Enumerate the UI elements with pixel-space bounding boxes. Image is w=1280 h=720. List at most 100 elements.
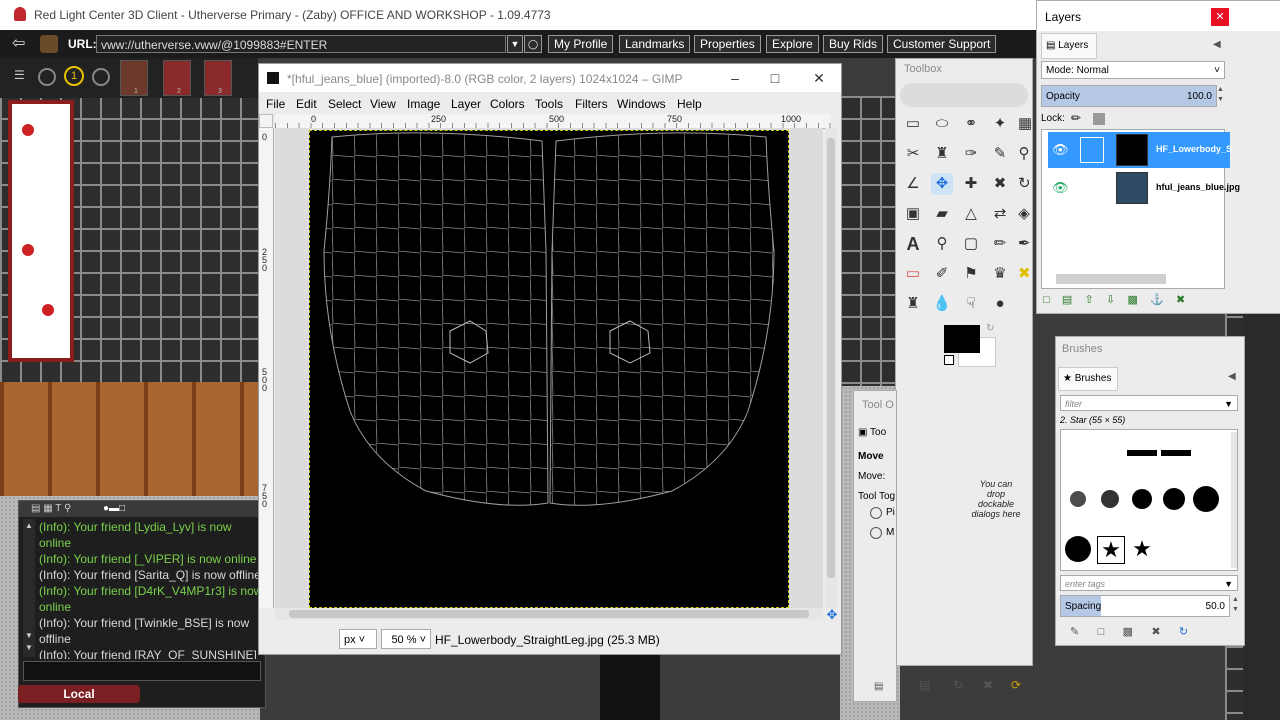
menu-view[interactable]: View xyxy=(370,97,396,111)
friends-icon[interactable] xyxy=(92,68,110,86)
go-button[interactable]: ◯ xyxy=(524,35,542,53)
anchor-layer-icon[interactable]: ⚓ xyxy=(1150,294,1164,306)
raise-layer-icon[interactable]: ⇧ xyxy=(1085,294,1094,306)
foreground-color-swatch[interactable] xyxy=(944,325,980,353)
tool-options-save-icon[interactable]: ▤ xyxy=(874,681,883,692)
delete-layer-icon[interactable]: ✖ xyxy=(1176,294,1185,306)
rect-select-icon[interactable]: ▭ xyxy=(902,113,924,135)
chat-tool-icons[interactable]: ▤ ▦ T ⚲ xyxy=(31,503,71,514)
color-picker-icon[interactable]: ✎ xyxy=(989,143,1011,165)
scale-icon[interactable]: ▣ xyxy=(902,203,924,225)
layer-name[interactable]: hful_jeans_blue.jpg xyxy=(1156,182,1240,192)
menu-layer[interactable]: Layer xyxy=(451,97,481,111)
menu-edit[interactable]: Edit xyxy=(296,97,317,111)
brush-tags-input[interactable]: enter tags ▼ xyxy=(1060,575,1238,591)
menu-icon[interactable]: ☰ xyxy=(14,68,30,84)
brushes-tab[interactable]: ★ Brushes xyxy=(1058,367,1118,391)
lower-layer-icon[interactable]: ⇩ xyxy=(1106,294,1115,306)
brush-fuzzy[interactable] xyxy=(1097,486,1123,512)
refresh-brushes-icon[interactable]: ↻ xyxy=(1179,626,1188,638)
lock-alpha-icon[interactable] xyxy=(1093,113,1105,125)
brush-fuzzy[interactable] xyxy=(1161,486,1187,512)
reset-colors-icon[interactable] xyxy=(944,355,954,365)
brush-grid[interactable]: ★ ★ xyxy=(1060,429,1238,571)
chat-bubble-icon[interactable]: ●▬□ xyxy=(103,503,125,514)
navigate-icon[interactable]: ✥ xyxy=(825,608,839,622)
local-channel-button[interactable]: Local xyxy=(18,685,140,703)
brush-round-large[interactable] xyxy=(1065,536,1091,562)
heal-icon[interactable]: ✖ xyxy=(1018,263,1031,285)
brush-fuzzy[interactable] xyxy=(1129,486,1155,512)
info-icon[interactable]: 1 xyxy=(64,66,84,86)
url-input[interactable]: vww://utherverse.vww/@1099883#ENTER xyxy=(96,35,506,53)
lock-pixels-icon[interactable]: ✏ xyxy=(1071,111,1081,125)
brush-star[interactable]: ★ xyxy=(1129,536,1155,562)
ellipse-select-icon[interactable]: ⬭ xyxy=(931,113,953,135)
scroll-bottom-icon[interactable]: ▼ xyxy=(25,643,33,652)
clone-icon[interactable]: ♛ xyxy=(989,263,1011,285)
perspective-icon[interactable]: △ xyxy=(960,203,982,225)
brushes-dock-menu-icon[interactable]: ◀ xyxy=(1228,371,1236,382)
vertical-scroll-thumb[interactable] xyxy=(827,138,835,578)
free-select-icon[interactable]: ⚭ xyxy=(960,113,982,135)
layer-row-selected[interactable]: 👁 HF_Lowerbody_S xyxy=(1048,132,1232,168)
menu-windows[interactable]: Windows xyxy=(617,97,666,111)
dock-menu-icon[interactable]: ◀ xyxy=(1213,39,1221,50)
image-canvas[interactable] xyxy=(309,130,789,608)
brush-star-selected[interactable]: ★ xyxy=(1097,536,1125,564)
blur-icon[interactable]: 💧 xyxy=(931,293,953,315)
eraser-icon[interactable]: ▭ xyxy=(902,263,924,285)
scroll-down-icon[interactable]: ▼ xyxy=(25,631,33,640)
menu-help[interactable]: Help xyxy=(677,97,702,111)
layer-list-hscroll[interactable] xyxy=(1056,274,1166,284)
opacity-spinner[interactable]: ▲ ▼ xyxy=(1217,85,1225,107)
menu-colors[interactable]: Colors xyxy=(490,97,525,111)
measure-icon[interactable]: ∠ xyxy=(902,173,924,195)
brush-round[interactable] xyxy=(1193,486,1219,512)
menu-tools[interactable]: Tools xyxy=(535,97,563,111)
radio-pick[interactable] xyxy=(870,507,882,519)
radio-move-active[interactable] xyxy=(870,527,882,539)
brush-grid-scrollbar[interactable] xyxy=(1231,432,1237,568)
crop-icon[interactable]: ✖ xyxy=(989,173,1011,195)
paths-icon[interactable]: ✑ xyxy=(960,143,982,165)
pencil-icon[interactable]: ✏ xyxy=(989,233,1011,255)
layer-mode-select[interactable]: Mode: Normal ˅ xyxy=(1041,61,1225,79)
brush-block[interactable] xyxy=(1161,450,1191,456)
paintbrush-icon[interactable]: ✒ xyxy=(1018,233,1031,255)
delete-brush-icon[interactable]: ✖ xyxy=(1151,626,1160,638)
smudge-icon[interactable]: ☟ xyxy=(960,293,982,315)
chain-toggle[interactable] xyxy=(1080,137,1104,163)
new-brush-icon[interactable]: □ xyxy=(1098,626,1105,638)
foreground-select-icon[interactable]: ♜ xyxy=(931,143,953,165)
brush-block[interactable] xyxy=(1127,450,1157,456)
zoom-select[interactable]: 50 % ˅ xyxy=(381,629,431,649)
edit-brush-icon[interactable]: ✎ xyxy=(1070,626,1079,638)
layers-tab[interactable]: ▤ Layers xyxy=(1041,33,1097,59)
minimize-icon[interactable]: – xyxy=(727,70,743,86)
menu-file[interactable]: File xyxy=(266,97,285,111)
chat-scrollbar[interactable]: ▲ ▼ ▼ xyxy=(23,519,35,657)
spacing-spinner[interactable]: ▲ ▼ xyxy=(1232,595,1240,617)
quick-mask-corner[interactable] xyxy=(259,114,273,128)
menu-image[interactable]: Image xyxy=(407,97,440,111)
new-group-icon[interactable]: ▤ xyxy=(1062,294,1072,306)
duplicate-layer-icon[interactable]: ▩ xyxy=(1127,294,1137,306)
horizontal-scroll-thumb[interactable] xyxy=(289,610,809,618)
menu-filters[interactable]: Filters xyxy=(575,97,608,111)
swap-colors-icon[interactable]: ↻ xyxy=(986,323,994,334)
my-profile-button[interactable]: My Profile xyxy=(548,35,614,53)
airbrush-icon[interactable]: ✐ xyxy=(931,263,953,285)
save-options-icon[interactable]: ▤ xyxy=(919,678,930,692)
unit-select[interactable]: px ˅ xyxy=(339,629,377,649)
layer-row[interactable]: 👁 hful_jeans_blue.jpg xyxy=(1048,170,1240,206)
opacity-slider[interactable]: Opacity 100.0 xyxy=(1041,85,1217,107)
layers-close-icon[interactable]: ✕ xyxy=(1211,8,1229,26)
horizontal-scrollbar[interactable] xyxy=(275,608,823,620)
flip-icon[interactable]: ⇄ xyxy=(989,203,1011,225)
visibility-eye-icon[interactable]: 👁 xyxy=(1052,142,1069,158)
explore-button[interactable]: Explore xyxy=(766,35,819,53)
fuzzy-select-icon[interactable]: ✦ xyxy=(989,113,1011,135)
spacing-slider[interactable]: Spacing 50.0 xyxy=(1060,595,1230,617)
zoom-icon[interactable]: ⚲ xyxy=(1018,143,1030,165)
